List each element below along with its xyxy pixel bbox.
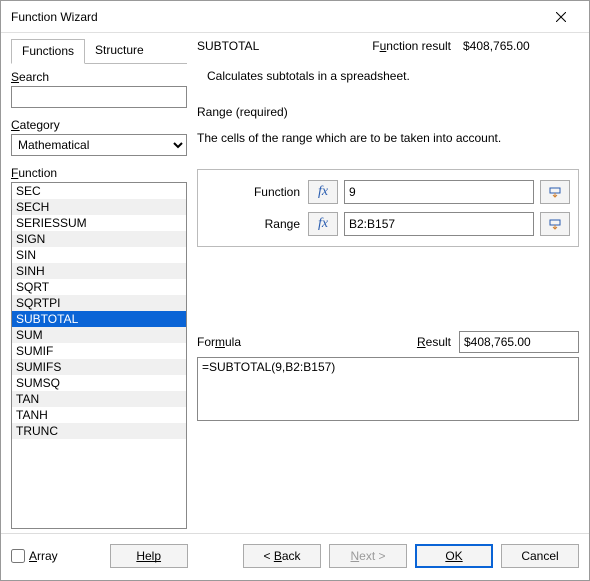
selected-function-name: SUBTOTAL (197, 39, 259, 53)
function-list-item[interactable]: SINH (12, 263, 186, 279)
array-checkbox-wrap[interactable]: Array (11, 549, 58, 563)
top-info-row: SUBTOTAL Function result $408,765.00 (197, 39, 579, 61)
close-icon (556, 12, 566, 22)
result-label: Result (417, 335, 451, 349)
function-list-item[interactable]: SQRTPI (12, 295, 186, 311)
search-input[interactable] (11, 86, 187, 108)
formula-textarea[interactable]: =SUBTOTAL(9,B2:B157) (197, 357, 579, 421)
function-result-value: $408,765.00 (459, 39, 579, 53)
tab-bar: Functions Structure (11, 39, 187, 64)
shrink-icon (548, 185, 562, 199)
shrink-button-function[interactable] (540, 180, 570, 204)
arg-range-label: Range (206, 217, 302, 231)
arg-row-range: Range fx (206, 212, 570, 236)
function-list[interactable]: SECSECHSERIESSUMSIGNSINSINHSQRTSQRTPISUB… (11, 182, 187, 529)
argument-description: The cells of the range which are to be t… (197, 131, 579, 145)
ok-button[interactable]: OK (415, 544, 493, 568)
function-list-item[interactable]: SIGN (12, 231, 186, 247)
arg-range-input[interactable] (344, 212, 534, 236)
function-list-item[interactable]: SUMIFS (12, 359, 186, 375)
back-button[interactable]: < Back (243, 544, 321, 568)
content-area: Functions Structure Search Category Math… (1, 33, 589, 533)
titlebar: Function Wizard (1, 1, 589, 33)
function-list-item[interactable]: TAN (12, 391, 186, 407)
function-list-item[interactable]: SEC (12, 183, 186, 199)
formula-header-row: Formula Result (197, 331, 579, 353)
next-button[interactable]: Next > (329, 544, 407, 568)
function-list-item[interactable]: SERIESSUM (12, 215, 186, 231)
function-list-item[interactable]: TRUNC (12, 423, 186, 439)
result-value (459, 331, 579, 353)
shrink-button-range[interactable] (540, 212, 570, 236)
arguments-panel: Function fx Range fx (197, 169, 579, 247)
window-title: Function Wizard (11, 10, 541, 24)
shrink-icon (548, 217, 562, 231)
arg-function-label: Function (206, 185, 302, 199)
function-result-label: Function result (372, 39, 451, 53)
bottom-bar: Array Help < Back Next > OK Cancel (1, 533, 589, 580)
left-column: Functions Structure Search Category Math… (11, 39, 187, 529)
category-select[interactable]: Mathematical (11, 134, 187, 156)
function-list-item[interactable]: SUMIF (12, 343, 186, 359)
tab-structure[interactable]: Structure (85, 39, 154, 63)
fx-icon: fx (318, 216, 328, 232)
fx-icon: fx (318, 184, 328, 200)
array-checkbox[interactable] (11, 549, 25, 563)
close-button[interactable] (541, 3, 581, 31)
formula-label: Formula (197, 335, 241, 349)
function-wizard-dialog: Function Wizard Functions Structure Sear… (0, 0, 590, 581)
function-list-item[interactable]: SIN (12, 247, 186, 263)
function-list-item[interactable]: SUBTOTAL (12, 311, 186, 327)
tab-functions[interactable]: Functions (11, 39, 85, 64)
function-list-item[interactable]: SUMSQ (12, 375, 186, 391)
fx-button-function[interactable]: fx (308, 180, 338, 204)
category-label: Category (11, 118, 187, 132)
arg-row-function: Function fx (206, 180, 570, 204)
array-label: Array (29, 549, 58, 563)
cancel-button[interactable]: Cancel (501, 544, 579, 568)
function-label: Function (11, 166, 187, 180)
function-description: Calculates subtotals in a spreadsheet. (197, 61, 579, 105)
search-label: Search (11, 70, 187, 84)
arg-function-input[interactable] (344, 180, 534, 204)
function-list-item[interactable]: SQRT (12, 279, 186, 295)
function-list-item[interactable]: SUM (12, 327, 186, 343)
function-list-item[interactable]: SECH (12, 199, 186, 215)
help-button[interactable]: Help (110, 544, 188, 568)
argument-heading: Range (required) (197, 105, 579, 119)
function-list-item[interactable]: TANH (12, 407, 186, 423)
fx-button-range[interactable]: fx (308, 212, 338, 236)
right-column: SUBTOTAL Function result $408,765.00 Cal… (197, 39, 579, 529)
